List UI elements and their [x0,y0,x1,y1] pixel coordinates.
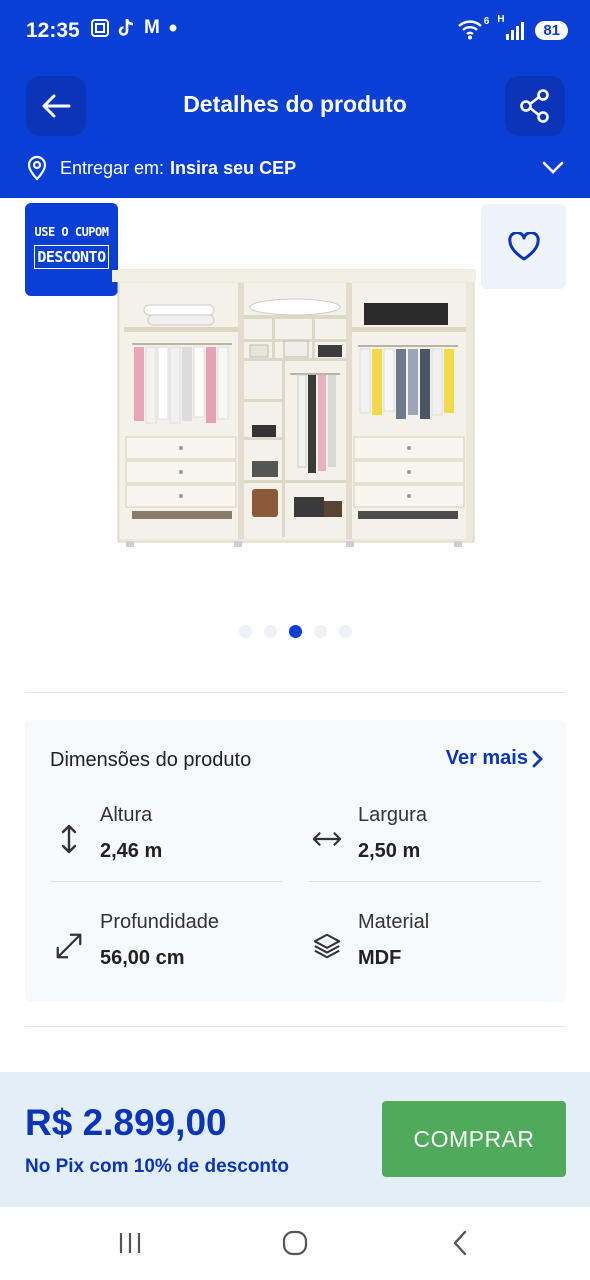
chevron-left-icon [453,1230,467,1256]
delivery-label: Entregar em: [60,157,165,178]
spec-divider [309,881,541,882]
spec-material: Material MDF [308,911,540,981]
horizontal-arrows-icon [312,824,342,854]
see-more-label: Ver mais [445,747,528,769]
buy-button[interactable]: COMPRAR [382,1101,566,1177]
see-more-link[interactable]: Ver mais [446,747,544,770]
favorite-button[interactable] [481,204,566,289]
page-title: Detalhes do produto [183,91,407,117]
screenshot-icon [91,19,109,37]
spec-height: Altura 2,46 m [50,804,282,874]
spec-width-value: 2,50 m [358,840,421,862]
spec-material-label: Material [358,911,430,933]
dot-icon [169,24,177,32]
system-nav-bar [0,1207,590,1280]
status-time: 12:35 [26,19,80,42]
layers-icon [312,931,342,961]
share-button[interactable] [505,76,565,136]
spec-depth: Profundidade 56,00 cm [50,911,282,981]
status-system-icons: 6 H 81 [457,14,568,42]
home-icon [282,1230,308,1256]
app-header: Detalhes do produto Entregar em: Insira … [0,64,590,198]
carousel-dot[interactable] [313,625,327,638]
pix-discount-note: No Pix com 10% de desconto [25,1156,289,1177]
carousel-dot[interactable] [338,625,352,638]
delivery-cep-selector[interactable]: Entregar em: Insira seu CEP [26,152,564,184]
spec-divider [50,881,282,882]
spec-width: Largura 2,50 m [308,804,540,874]
spec-depth-value: 56,00 cm [100,947,185,969]
wifi-badge: 6 [483,16,490,27]
carousel-dot[interactable] [263,625,277,638]
divider [25,1026,565,1027]
battery-indicator: 81 [535,20,568,40]
delivery-cep-value: Insira seu CEP [170,157,297,178]
location-pin-icon [27,155,47,181]
heart-icon [507,231,540,260]
carousel-dot-active[interactable] [288,625,302,638]
chevron-down-icon [542,161,564,174]
spec-material-value: MDF [358,947,402,969]
home-button[interactable] [275,1227,315,1259]
coupon-badge: USE O CUPOM DESCONTO [25,203,118,296]
product-price: R$ 2.899,00 [25,1102,227,1143]
divider [25,692,565,693]
chevron-right-icon [532,750,543,767]
coupon-line-2: DESCONTO [34,245,109,269]
carousel-dot[interactable] [238,625,252,638]
spec-width-label: Largura [358,804,427,826]
tiktok-icon [118,18,134,36]
status-notification-icons: M [90,17,178,39]
spec-height-label: Altura [100,804,153,826]
diagonal-arrows-icon [54,931,84,961]
carousel-indicator [0,625,590,638]
recent-apps-button[interactable] [110,1227,150,1259]
recent-apps-icon [119,1233,141,1253]
share-icon [520,89,549,123]
gmail-icon: M [144,17,160,38]
spec-depth-label: Profundidade [100,911,219,933]
wifi-icon: 6 [457,16,490,42]
product-image[interactable] [112,265,476,549]
system-back-button[interactable] [440,1227,480,1259]
status-bar: 12:35 M 6 H 81 [0,0,590,64]
network-type: H [497,14,505,25]
dimensions-title: Dimensões do produto [50,749,252,771]
purchase-bar: R$ 2.899,00 No Pix com 10% de desconto C… [0,1072,590,1207]
signal-icon: H [497,14,527,42]
vertical-arrows-icon [54,824,84,854]
dimensions-card: Dimensões do produto Ver mais Altura 2,4… [25,720,566,1002]
coupon-line-1: USE O CUPOM [34,225,109,239]
spec-height-value: 2,46 m [100,840,163,862]
